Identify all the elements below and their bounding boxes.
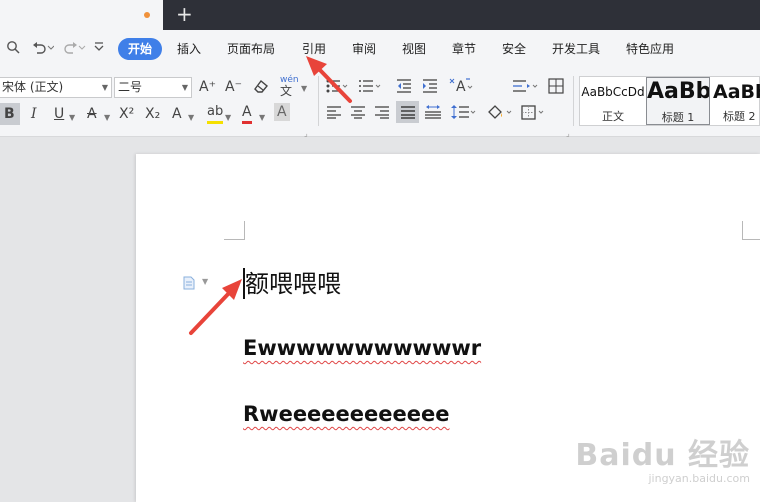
annotation-arrow-cursor — [189, 279, 242, 335]
baidu-watermark: Baidu 经验 jingyan.baidu.com — [575, 430, 750, 485]
watermark-brand: Baidu 经验 — [575, 438, 750, 473]
annotation-arrows — [189, 56, 352, 335]
annotation-arrow-references — [306, 56, 352, 103]
